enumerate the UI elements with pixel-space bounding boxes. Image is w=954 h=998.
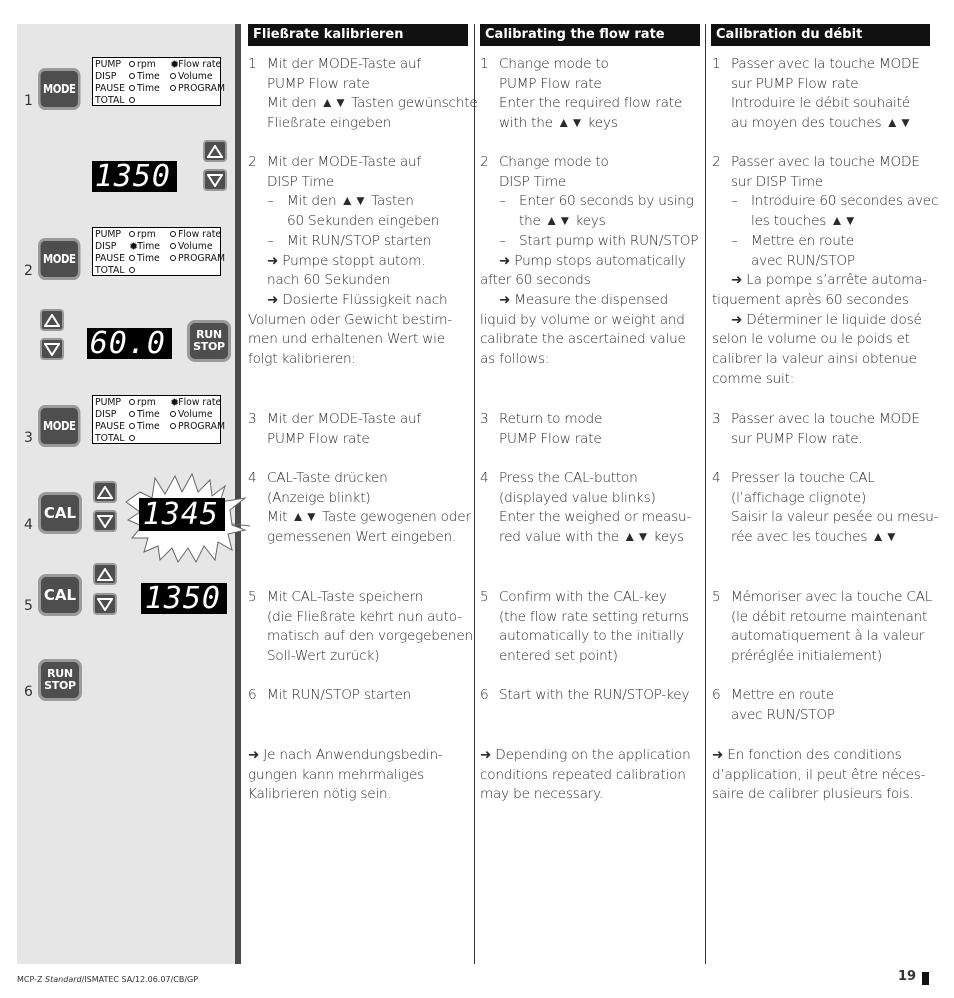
column-divider [705, 24, 706, 964]
final-note: ➜ Je nach Anwendungsbedin-gungen kann me… [248, 747, 443, 803]
mode-key: MODE [38, 68, 81, 110]
column-french: Calibration du débit [711, 24, 930, 46]
cal-key: CAL [38, 574, 82, 616]
step-number-3: 3 [24, 430, 33, 446]
step-4-text: 4 Presser la touche CAL (l’affichage clig… [712, 470, 939, 546]
down-arrow-key [40, 338, 64, 360]
run-stop-key: RUN STOP [187, 320, 231, 362]
step-number-4: 4 [24, 517, 33, 533]
step-5-text: 5 Mémoriser avec la touche CAL (le débit … [712, 589, 933, 665]
cal-key: CAL [38, 492, 82, 534]
step-number-1: 1 [24, 93, 33, 109]
step-2-text: 2 Change mode to DISP Time – Enter 60 seco… [480, 154, 699, 368]
mode-key: MODE [38, 238, 81, 280]
step-number-5: 5 [24, 598, 33, 614]
down-arrow-key [93, 510, 117, 532]
up-arrow-key [93, 563, 117, 585]
up-arrow-key [203, 140, 227, 162]
column-heading: Calibration du débit [711, 24, 930, 46]
down-arrow-key [203, 169, 227, 191]
down-arrow-icon [97, 597, 113, 611]
step-6-text: 6 Start with the RUN/STOP-key [480, 687, 690, 703]
column-german: Fließrate kalibrieren [248, 24, 468, 46]
column-divider [474, 24, 475, 964]
lcd-display-step5: 1350 [141, 581, 227, 616]
lcd-display-step4-blinking: 1345 [139, 497, 225, 532]
step-3-text: 3 Passer avec la touche MODE sur PUMP Flo… [712, 411, 920, 447]
document-reference: MCP-Z Standard/ISMATEC SA/12.06.07/CB/GP [17, 975, 199, 984]
mode-key: MODE [38, 405, 81, 447]
step-2-text: 2 Mit der MODE-Taste auf DISP Time – Mit d… [248, 154, 452, 368]
step-4-text: 4 Press the CAL-button (displayed value b… [480, 470, 692, 546]
down-arrow-icon [44, 342, 60, 356]
down-arrow-icon [97, 514, 113, 528]
down-arrow-key [93, 593, 117, 615]
final-note: ➜ Depending on the application conditions… [480, 747, 691, 803]
lcd-display-step1: 1350 [92, 159, 177, 194]
column-heading: Fließrate kalibrieren [248, 24, 468, 46]
step-1-text: 1 Mit der MODE-Taste auf PUMP Flow rate Mi… [248, 56, 478, 132]
up-arrow-icon [207, 144, 223, 158]
column-heading: Calibrating the flow rate [480, 24, 700, 46]
step-5-text: 5 Mit CAL-Taste speichern (die Fließrate … [248, 589, 473, 665]
mode-indicator-step1: PUMP rpm ✹Flow rate DISP Time Volume PAUSE Ti… [92, 57, 225, 106]
step-5-text: 5 Confirm with the CAL-key (the flow rate… [480, 589, 689, 665]
run-stop-key: RUN STOP [38, 659, 82, 701]
page-number: 19 [898, 969, 917, 984]
step-2-text: 2 Passer avec la touche MODE sur DISP Tim… [712, 154, 939, 387]
step-4-text: 4 CAL-Taste drücken (Anzeige blinkt) Mit ▲… [248, 470, 471, 546]
step-number-2: 2 [24, 263, 33, 279]
page-marker [922, 972, 929, 985]
up-arrow-icon [97, 567, 113, 581]
step-1-text: 1 Change mode to PUMP Flow rate Enter the … [480, 56, 683, 132]
up-arrow-key [93, 481, 117, 503]
step-6-text: 6 Mit RUN/STOP starten [248, 687, 412, 703]
step-6-text: 6 Mettre en route avec RUN/STOP [712, 687, 835, 723]
up-arrow-icon [97, 485, 113, 499]
column-english: Calibrating the flow rate [480, 24, 700, 46]
step-1-text: 1 Passer avec la touche MODE sur PUMP Flo… [712, 56, 920, 132]
step-number-6: 6 [24, 684, 33, 700]
final-note: ➜ En fonction des conditions d’applicatio… [712, 747, 926, 803]
mode-indicator-step2: PUMP rpm Flow rate DISP ✹Time Volume PAUSE Ti… [92, 227, 225, 276]
up-arrow-icon [44, 313, 60, 327]
down-arrow-icon [207, 173, 223, 187]
lcd-display-step2: 60.0 [87, 326, 172, 361]
mode-indicator-step3: PUMP rpm ✹Flow rate DISP Time Volume PAUSE Ti… [92, 395, 225, 444]
step-3-text: 3 Mit der MODE-Taste auf PUMP Flow rate [248, 411, 422, 447]
up-arrow-key [40, 309, 64, 331]
step-3-text: 3 Return to mode PUMP Flow rate [480, 411, 603, 447]
